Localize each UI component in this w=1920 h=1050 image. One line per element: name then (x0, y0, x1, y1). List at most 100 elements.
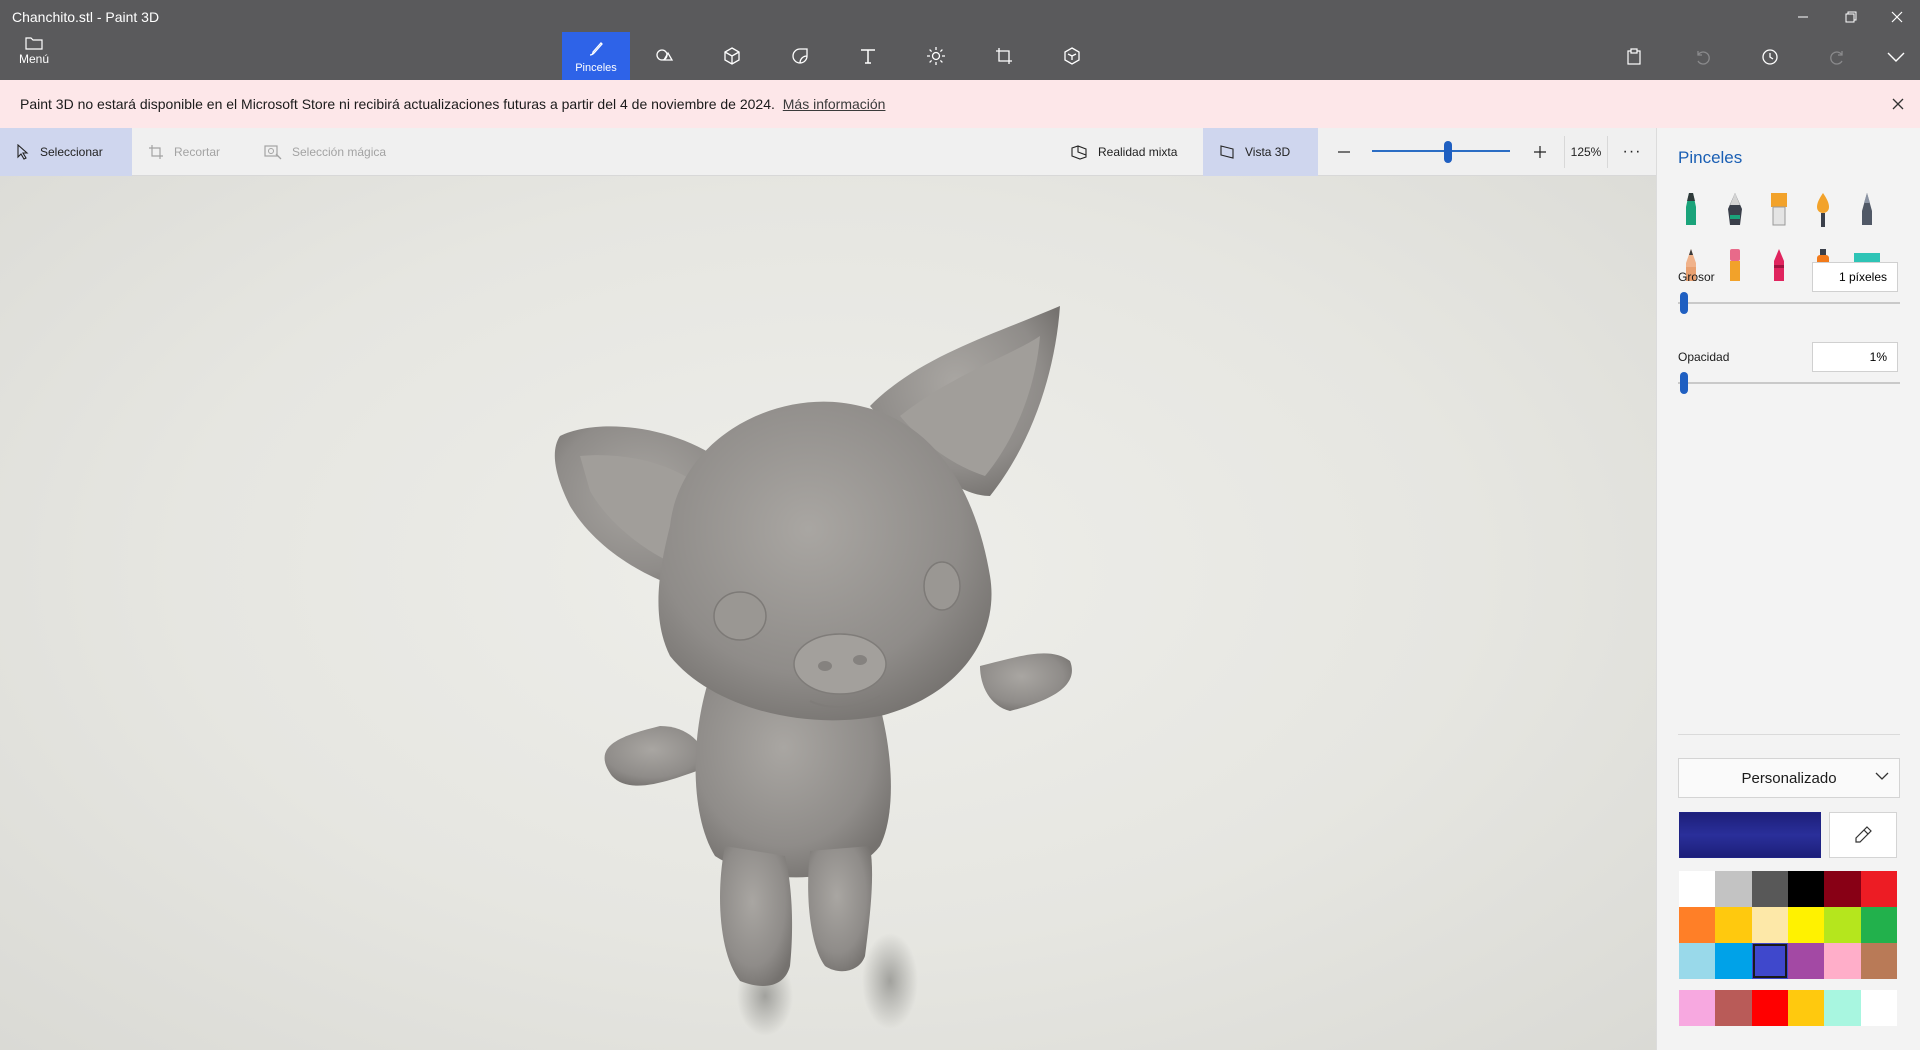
redo-button[interactable] (1818, 40, 1858, 74)
expand-ribbon-button[interactable] (1876, 40, 1916, 74)
color-swatch[interactable] (1715, 871, 1752, 907)
view-3d-icon (1220, 145, 1234, 159)
color-swatch[interactable] (1860, 871, 1897, 907)
undo-button[interactable] (1682, 40, 1722, 74)
tool-3d-shapes[interactable] (698, 32, 766, 80)
brush-eraser[interactable] (1715, 244, 1755, 288)
more-options-button[interactable]: ··· (1614, 140, 1650, 164)
color-mode-dropdown[interactable]: Personalizado (1678, 758, 1900, 798)
zoom-out-button[interactable] (1332, 140, 1356, 164)
color-swatch[interactable] (1860, 907, 1897, 943)
brushes-panel: Pinceles Grosor 1 píxeles Opacidad 1% Pe… (1656, 128, 1920, 1050)
thickness-slider[interactable] (1678, 302, 1900, 304)
eyedropper-icon (1855, 826, 1872, 843)
marker-icon (1686, 193, 1696, 225)
menu-label: Menú (18, 52, 50, 66)
banner-close-button[interactable] (1886, 92, 1910, 116)
tool-3d-library[interactable] (1038, 32, 1106, 80)
brush-icon (589, 41, 603, 56)
custom-color-swatch[interactable] (1715, 990, 1752, 1026)
zoom-slider[interactable] (1372, 150, 1510, 152)
canvas-area[interactable] (0, 176, 1656, 1050)
calligraphy-pen-icon (1728, 193, 1742, 225)
custom-color-swatch[interactable] (1679, 990, 1716, 1026)
tool-stickers[interactable] (766, 32, 834, 80)
stickers-icon (792, 48, 808, 64)
thickness-slider-thumb[interactable] (1680, 292, 1689, 314)
color-swatch[interactable] (1787, 871, 1825, 907)
color-swatch[interactable] (1751, 907, 1788, 943)
tool-2d-shapes[interactable] (630, 32, 698, 80)
opacity-slider-thumb[interactable] (1680, 372, 1689, 394)
close-icon (1891, 11, 1903, 23)
mixed-reality-icon (1071, 145, 1087, 160)
custom-color-swatch[interactable] (1860, 990, 1897, 1026)
magic-select-icon (264, 145, 282, 160)
banner-text: Paint 3D no estará disponible en el Micr… (20, 96, 775, 112)
shapes-2d-icon (656, 49, 674, 61)
magic-select-button[interactable]: Selección mágica (264, 128, 386, 176)
effects-icon (927, 47, 945, 65)
mixed-reality-button[interactable]: Realidad mixta (1064, 128, 1200, 176)
current-color-swatch[interactable] (1679, 812, 1821, 858)
color-swatch[interactable] (1679, 871, 1716, 907)
opacity-slider[interactable] (1678, 382, 1900, 384)
title-ribbon-bar: Chanchito.stl - Paint 3D Menú Pinceles (0, 0, 1920, 80)
paste-button[interactable] (1614, 40, 1654, 74)
view-3d-button[interactable]: Vista 3D (1203, 128, 1318, 176)
thickness-label: Grosor (1678, 270, 1715, 284)
color-swatch[interactable] (1787, 943, 1825, 979)
eyedropper-button[interactable] (1829, 812, 1897, 858)
select-label: Seleccionar (40, 145, 103, 159)
color-swatch[interactable] (1824, 943, 1861, 979)
color-swatch[interactable] (1715, 907, 1752, 943)
menu-button[interactable]: Menú (10, 36, 58, 74)
brush-calligraphy-pen[interactable] (1715, 188, 1755, 232)
watercolor-icon (1817, 193, 1829, 227)
pixel-pen-icon (1862, 193, 1872, 225)
tool-canvas[interactable] (970, 32, 1038, 80)
color-swatch[interactable] (1824, 871, 1861, 907)
crop-button[interactable]: Recortar (148, 128, 220, 176)
tool-text[interactable] (834, 32, 902, 80)
brush-pixel-pen[interactable] (1847, 188, 1887, 232)
brush-watercolor[interactable] (1803, 188, 1843, 232)
more-info-link[interactable]: Más información (783, 96, 886, 112)
tool-effects[interactable] (902, 32, 970, 80)
folder-icon (25, 37, 43, 50)
custom-color-swatch[interactable] (1824, 990, 1861, 1026)
brush-oil[interactable] (1759, 188, 1799, 232)
color-swatch[interactable] (1860, 943, 1897, 979)
custom-color-swatch[interactable] (1787, 990, 1825, 1026)
shapes-3d-icon (724, 47, 740, 65)
minimize-icon (1798, 16, 1808, 18)
zoom-slider-thumb[interactable] (1443, 141, 1452, 163)
thickness-input[interactable]: 1 píxeles (1812, 262, 1898, 292)
color-swatch[interactable] (1824, 907, 1861, 943)
opacity-input[interactable]: 1% (1812, 342, 1898, 372)
tool-brushes[interactable]: Pinceles (562, 32, 630, 80)
color-swatch[interactable] (1679, 943, 1716, 979)
zoom-value[interactable]: 125% (1564, 136, 1608, 168)
pig-3d-model[interactable] (540, 256, 1100, 1050)
banner-message: Paint 3D no estará disponible en el Micr… (20, 96, 885, 112)
color-swatch[interactable] (1751, 871, 1788, 907)
color-swatch[interactable] (1679, 907, 1716, 943)
minimize-button[interactable] (1780, 2, 1826, 32)
brush-crayon[interactable] (1759, 244, 1799, 288)
history-button[interactable] (1750, 40, 1790, 74)
restore-button[interactable] (1828, 2, 1874, 32)
close-button[interactable] (1874, 2, 1920, 32)
plus-icon (1534, 146, 1546, 158)
brush-marker[interactable] (1671, 188, 1711, 232)
select-button[interactable]: Seleccionar (0, 128, 132, 176)
view-3d-label: Vista 3D (1245, 145, 1291, 159)
chevron-down-icon (1887, 52, 1905, 62)
cursor-icon (17, 144, 29, 160)
zoom-in-button[interactable] (1528, 140, 1552, 164)
color-swatch[interactable] (1787, 907, 1825, 943)
color-swatch[interactable] (1751, 943, 1788, 979)
custom-color-swatch[interactable] (1751, 990, 1788, 1026)
window-title: Chanchito.stl - Paint 3D (12, 9, 160, 25)
color-swatch[interactable] (1715, 943, 1752, 979)
